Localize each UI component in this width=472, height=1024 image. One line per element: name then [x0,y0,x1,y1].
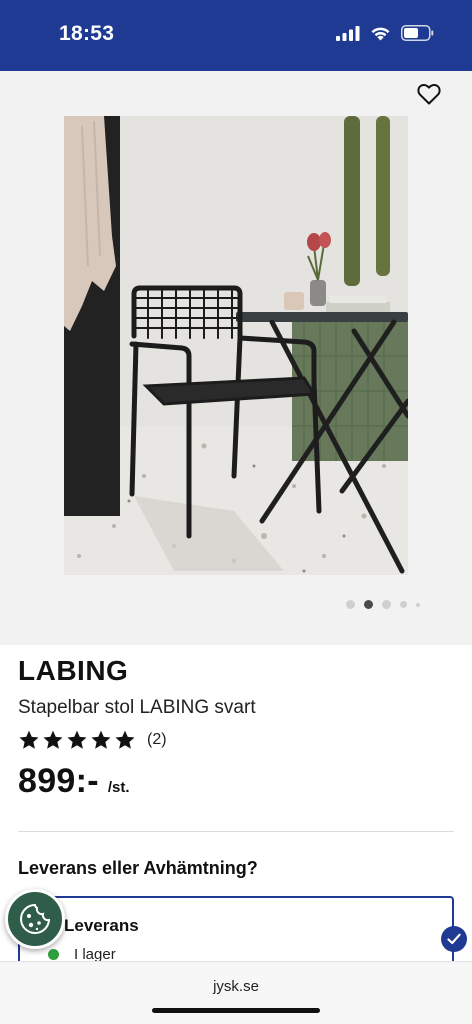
delivery-title: Leverans eller Avhämtning? [18,858,258,878]
pagination-dot[interactable] [382,600,391,609]
pagination-dot[interactable] [416,602,420,607]
product-price: 899:- [18,762,99,800]
cookie-settings-button[interactable] [5,889,65,949]
selected-check-icon [441,926,467,952]
star-icon [91,730,111,749]
browser-url-bar[interactable]: jysk.se [0,961,472,1024]
pagination-dot-active[interactable] [364,600,373,609]
signal-icon [336,25,360,41]
status-time: 18:53 [59,22,115,45]
delivery-option-label: Leverans [64,916,139,935]
product-rating[interactable]: (2) [18,729,167,751]
battery-icon [401,25,434,41]
heart-icon [417,83,441,105]
status-icons [336,25,434,41]
rating-count: (2) [147,731,167,748]
pagination-dot[interactable] [346,600,355,609]
wifi-icon [370,25,391,41]
divider [18,831,454,832]
product-image[interactable] [64,116,408,575]
price-unit: /st. [107,779,130,796]
gallery-pagination [346,600,420,609]
status-bar: 18:53 [0,0,472,71]
stock-status-dot [48,949,59,960]
pagination-dot[interactable] [400,601,407,608]
home-indicator[interactable] [152,1008,320,1013]
star-icon [43,730,63,749]
product-brand: LABING [18,655,129,686]
star-icon [115,730,135,749]
product-gallery[interactable] [0,71,472,645]
favorite-button[interactable] [416,81,442,107]
product-subtitle: Stapelbar stol LABING svart [18,697,256,718]
price-row: 899:- /st. [18,762,130,801]
star-icon [19,730,39,749]
cookie-icon [20,903,51,934]
star-icon [67,730,87,749]
url-text[interactable]: jysk.se [0,978,472,995]
